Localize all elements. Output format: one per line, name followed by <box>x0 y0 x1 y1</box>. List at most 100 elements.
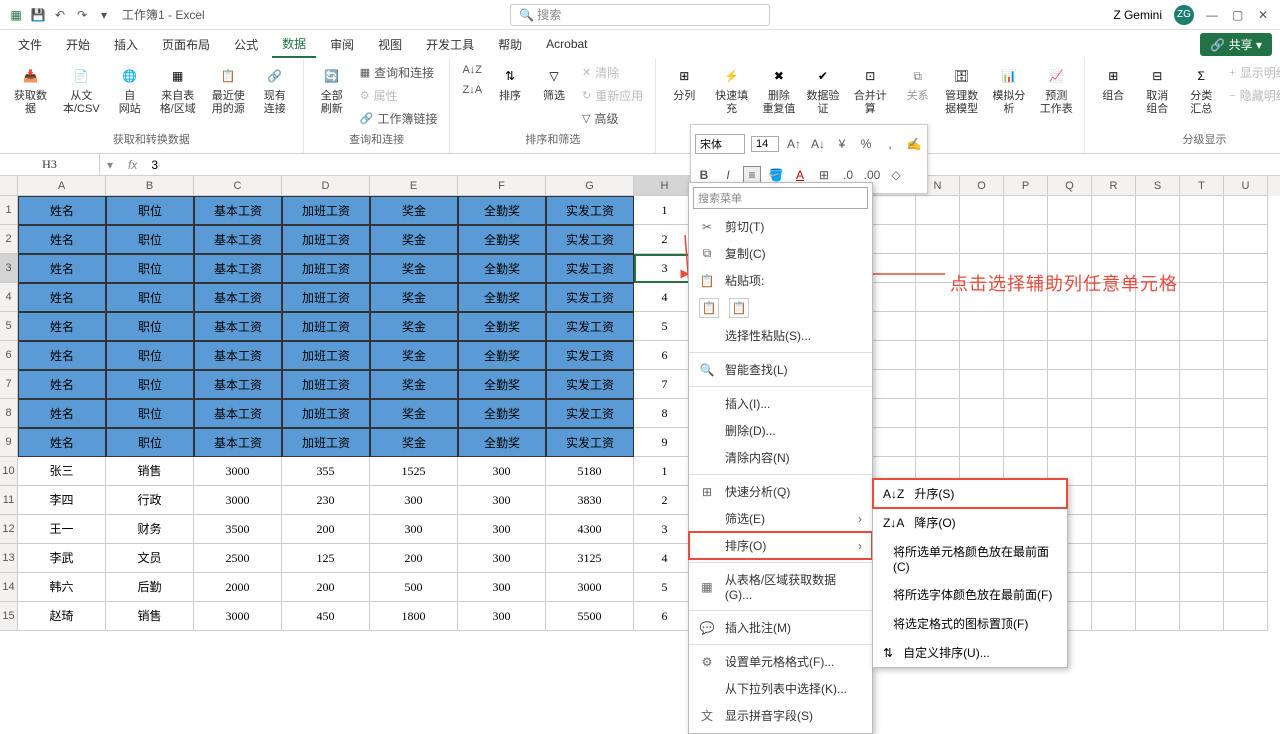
header-cell[interactable]: 加班工资 <box>282 283 370 312</box>
font-color-icon[interactable]: A <box>791 166 809 184</box>
fill-color-icon[interactable]: 🪣 <box>767 166 785 184</box>
header-cell[interactable]: 基本工资 <box>194 341 282 370</box>
data-cell[interactable]: 韩六 <box>18 573 106 602</box>
empty-cell[interactable] <box>1136 602 1180 631</box>
existing-conn-button[interactable]: 🔗现有 连接 <box>255 62 295 118</box>
header-cell[interactable]: 全勤奖 <box>458 428 546 457</box>
col-header[interactable]: A <box>18 176 106 196</box>
header-cell[interactable]: 姓名 <box>18 341 106 370</box>
empty-cell[interactable] <box>872 254 916 283</box>
menu-paste-options[interactable]: 📋粘贴项: <box>689 267 872 294</box>
tab-layout[interactable]: 页面布局 <box>152 32 220 57</box>
tab-formulas[interactable]: 公式 <box>224 32 268 57</box>
empty-cell[interactable] <box>1048 225 1092 254</box>
header-cell[interactable]: 全勤奖 <box>458 312 546 341</box>
empty-cell[interactable] <box>1224 428 1268 457</box>
empty-cell[interactable] <box>1136 370 1180 399</box>
empty-cell[interactable] <box>1092 515 1136 544</box>
aux-cell[interactable]: 1 <box>634 196 696 225</box>
empty-cell[interactable] <box>1048 196 1092 225</box>
header-cell[interactable]: 实发工资 <box>546 428 634 457</box>
clear-format-icon[interactable]: ◇ <box>887 166 905 184</box>
empty-cell[interactable] <box>1224 486 1268 515</box>
row-header[interactable]: 15 <box>0 602 18 631</box>
empty-cell[interactable] <box>1004 370 1048 399</box>
header-cell[interactable]: 奖金 <box>370 196 458 225</box>
aux-cell[interactable]: 9 <box>634 428 696 457</box>
empty-cell[interactable] <box>1136 544 1180 573</box>
empty-cell[interactable] <box>872 283 916 312</box>
col-header[interactable]: F <box>458 176 546 196</box>
empty-cell[interactable] <box>916 225 960 254</box>
col-header[interactable]: T <box>1180 176 1224 196</box>
empty-cell[interactable] <box>1004 196 1048 225</box>
search-box[interactable]: 🔍 搜索 <box>510 4 770 26</box>
col-header[interactable]: U <box>1224 176 1268 196</box>
data-cell[interactable]: 300 <box>458 544 546 573</box>
row-header[interactable]: 3 <box>0 254 18 283</box>
empty-cell[interactable] <box>1136 457 1180 486</box>
menu-pick-list[interactable]: 从下拉列表中选择(K)... <box>689 675 872 702</box>
empty-cell[interactable] <box>1224 515 1268 544</box>
italic-icon[interactable]: I <box>719 166 737 184</box>
empty-cell[interactable] <box>1136 515 1180 544</box>
empty-cell[interactable] <box>916 312 960 341</box>
empty-cell[interactable] <box>1092 225 1136 254</box>
empty-cell[interactable] <box>916 399 960 428</box>
data-cell[interactable]: 文员 <box>106 544 194 573</box>
header-cell[interactable]: 姓名 <box>18 254 106 283</box>
empty-cell[interactable] <box>960 312 1004 341</box>
empty-cell[interactable] <box>872 341 916 370</box>
aux-cell[interactable]: 5 <box>634 573 696 602</box>
data-cell[interactable]: 300 <box>370 515 458 544</box>
header-cell[interactable]: 全勤奖 <box>458 196 546 225</box>
menu-delete[interactable]: 删除(D)... <box>689 417 872 444</box>
header-cell[interactable]: 奖金 <box>370 312 458 341</box>
empty-cell[interactable] <box>872 428 916 457</box>
empty-cell[interactable] <box>916 370 960 399</box>
header-cell[interactable]: 实发工资 <box>546 399 634 428</box>
sort-button[interactable]: ⇅排序 <box>490 62 530 105</box>
font-select[interactable]: 宋体 <box>695 134 745 154</box>
header-cell[interactable]: 基本工资 <box>194 370 282 399</box>
empty-cell[interactable] <box>960 370 1004 399</box>
empty-cell[interactable] <box>1092 573 1136 602</box>
submenu-sort-asc[interactable]: A↓Z升序(S) <box>873 479 1067 508</box>
get-data-button[interactable]: 📥获取数 据 <box>8 62 53 118</box>
empty-cell[interactable] <box>1004 225 1048 254</box>
header-cell[interactable]: 实发工资 <box>546 312 634 341</box>
empty-cell[interactable] <box>1180 428 1224 457</box>
empty-cell[interactable] <box>1180 399 1224 428</box>
from-table-button[interactable]: ▦来自表 格/区域 <box>154 62 202 118</box>
header-cell[interactable]: 姓名 <box>18 225 106 254</box>
empty-cell[interactable] <box>1180 196 1224 225</box>
decrease-font-icon[interactable]: A↓ <box>809 135 827 153</box>
header-cell[interactable]: 奖金 <box>370 341 458 370</box>
header-cell[interactable]: 职位 <box>106 254 194 283</box>
header-cell[interactable]: 基本工资 <box>194 428 282 457</box>
empty-cell[interactable] <box>1136 486 1180 515</box>
data-cell[interactable]: 3125 <box>546 544 634 573</box>
menu-sort[interactable]: 排序(O)› <box>689 532 872 559</box>
empty-cell[interactable] <box>1136 428 1180 457</box>
empty-cell[interactable] <box>1180 602 1224 631</box>
header-cell[interactable]: 基本工资 <box>194 196 282 225</box>
row-header[interactable]: 9 <box>0 428 18 457</box>
empty-cell[interactable] <box>960 341 1004 370</box>
undo-icon[interactable]: ↶ <box>52 7 68 23</box>
flash-fill-button[interactable]: ⚡快速填充 <box>708 62 755 118</box>
header-cell[interactable]: 基本工资 <box>194 312 282 341</box>
data-cell[interactable]: 300 <box>458 573 546 602</box>
header-cell[interactable]: 加班工资 <box>282 399 370 428</box>
remove-dup-button[interactable]: ✖删除 重复值 <box>759 62 799 118</box>
name-box[interactable]: H3 <box>0 150 100 180</box>
percent-icon[interactable]: % <box>857 135 875 153</box>
col-header[interactable]: P <box>1004 176 1048 196</box>
aux-cell[interactable]: 3 <box>634 254 696 283</box>
header-cell[interactable]: 奖金 <box>370 370 458 399</box>
empty-cell[interactable] <box>1092 312 1136 341</box>
submenu-sort-desc[interactable]: Z↓A降序(O) <box>873 508 1067 537</box>
ungroup-button[interactable]: ⊟取消组合 <box>1137 62 1177 118</box>
col-header[interactable]: R <box>1092 176 1136 196</box>
format-painter-icon[interactable]: ✍ <box>905 135 923 153</box>
